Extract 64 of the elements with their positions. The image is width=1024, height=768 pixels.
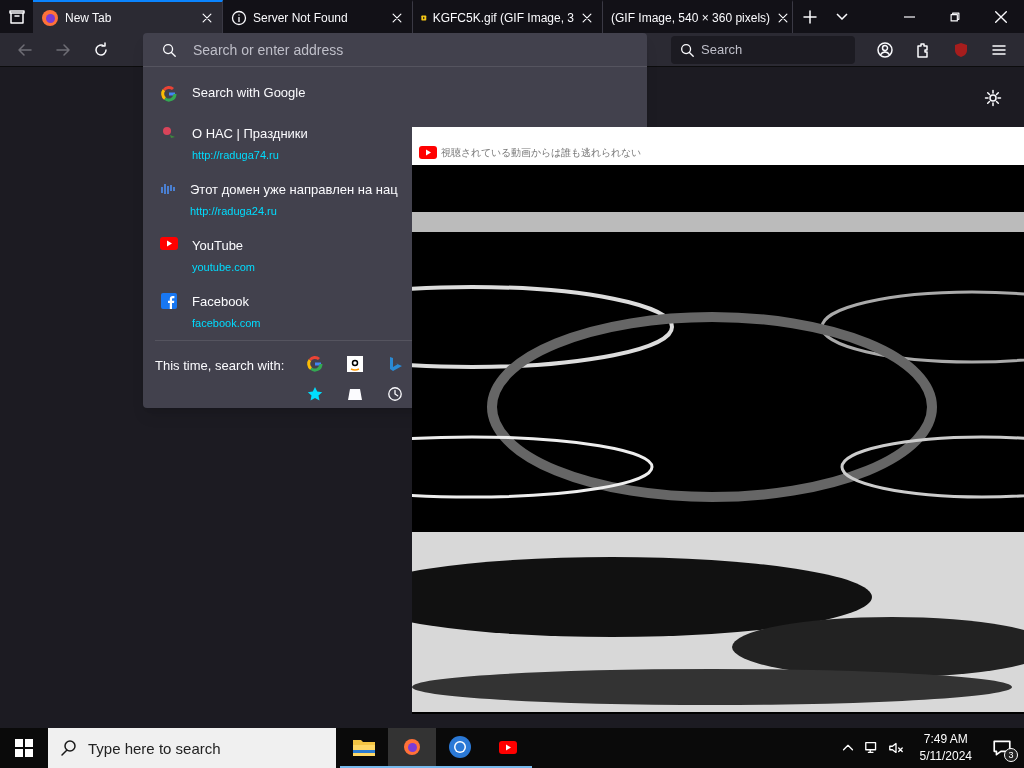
taskbar-app-button[interactable]	[388, 728, 436, 768]
flower-icon	[161, 125, 177, 141]
message-icon	[992, 738, 1012, 758]
fox-icon	[403, 738, 421, 756]
reload-icon	[92, 40, 110, 59]
fox-icon	[41, 8, 59, 27]
account-icon	[876, 40, 894, 59]
suggestion-title: Этот домен уже направлен на нац	[190, 181, 398, 199]
play-icon	[499, 740, 517, 754]
notification-count: 3	[1004, 748, 1018, 762]
search-icon	[60, 739, 78, 757]
video-title: 視聴されている動画からは誰も逃れられない	[441, 145, 641, 160]
notifications-button[interactable]: 3	[980, 728, 1024, 768]
gear-icon	[984, 89, 1002, 107]
bars-icon	[160, 181, 176, 197]
suggestion-url: http://raduga74.ru	[192, 147, 280, 163]
search-field[interactable]: Search	[671, 35, 855, 64]
suggestion-row[interactable]: Этот домен уже направлен на нац http://raduga24.ru	[143, 172, 412, 228]
clock-icon	[387, 386, 404, 402]
b-logo-icon	[388, 356, 403, 372]
suggestion-url: http://raduga24.ru	[190, 203, 278, 219]
shield-icon	[953, 41, 969, 58]
suggestion-title: Facebook	[192, 293, 251, 311]
info-icon	[231, 9, 247, 26]
tray-icon	[7, 7, 26, 26]
tab-title: Server Not Found	[253, 9, 349, 27]
suggestion-title: О НАС | Праздники	[192, 125, 308, 143]
close-icon	[993, 8, 1009, 25]
tab-title: New Tab	[65, 9, 113, 27]
one-off-label: This time, search with:	[155, 357, 285, 375]
clock-time: 7:49 AM	[923, 731, 968, 748]
browser-tab[interactable]: New Tab	[33, 0, 223, 33]
suggestion-row[interactable]: О НАС | Праздники http://raduga74.ru	[143, 116, 412, 172]
search-icon	[679, 41, 695, 58]
restore-icon	[948, 9, 962, 24]
browser-icon	[448, 735, 472, 759]
play-icon	[160, 237, 178, 250]
g-logo-icon	[306, 355, 325, 373]
suggestion-row[interactable]: Facebook facebook.com	[143, 284, 412, 340]
play-icon	[419, 145, 437, 159]
address-field[interactable]: Search or enter address	[143, 33, 647, 66]
suggestion-row[interactable]: Search with Google	[143, 70, 412, 116]
clock-date: 5/11/2024	[919, 748, 972, 765]
tab-icon	[347, 388, 364, 400]
chevron-down-icon	[836, 13, 848, 20]
f-logo-icon	[161, 293, 177, 309]
folder-icon	[352, 737, 376, 757]
suggestion-title: Search with Google	[192, 84, 306, 103]
suggestion-row[interactable]: YouTube youtube.com	[143, 228, 412, 284]
taskbar-search-field[interactable]: Type here to search	[48, 728, 336, 768]
tab-title: (GIF Image, 540 × 360 pixels)	[611, 9, 771, 27]
minimize-icon	[903, 15, 915, 18]
settings-button[interactable]	[982, 87, 1004, 109]
search-icon	[161, 42, 177, 58]
suggestion-url: youtube.com	[192, 259, 255, 275]
tab-title: KGFC5K.gif (GIF Image, 3	[432, 9, 574, 27]
plus-icon	[801, 7, 819, 26]
star-icon	[307, 386, 324, 402]
g-logo-icon	[160, 84, 178, 103]
suggestion-url: facebook.com	[192, 315, 261, 331]
volume-muted-icon	[887, 740, 904, 756]
suggestion-title: YouTube	[192, 237, 245, 255]
windows-icon	[15, 739, 33, 757]
a-logo-icon	[347, 356, 364, 372]
